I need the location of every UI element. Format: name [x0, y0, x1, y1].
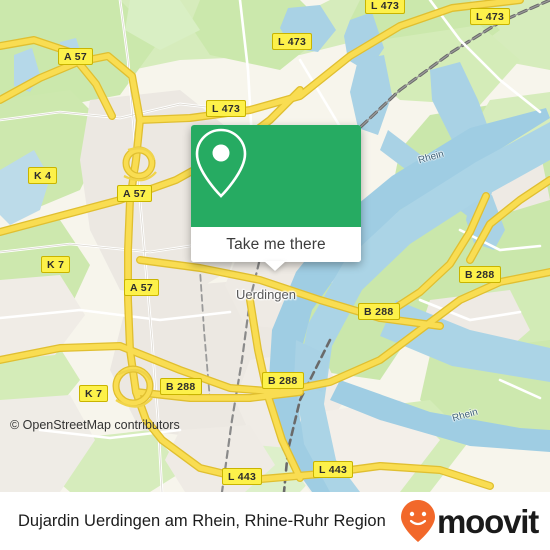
moovit-wordmark: moovit	[437, 502, 539, 540]
page-title: Dujardin Uerdingen am Rhein, Rhine-Ruhr …	[18, 511, 386, 530]
road-shield: K 7	[41, 256, 71, 273]
map-canvas[interactable]: L 473 L 473 L 473 L 473 A 57 K 4 A 57 K …	[0, 0, 550, 492]
osm-attribution[interactable]: © OpenStreetMap contributors	[10, 418, 180, 432]
road-shield: A 57	[117, 185, 152, 202]
moovit-smiley-pin-icon	[401, 500, 436, 542]
screenshot-root: L 473 L 473 L 473 L 473 A 57 K 4 A 57 K …	[0, 0, 550, 550]
footer-bar: Dujardin Uerdingen am Rhein, Rhine-Ruhr …	[0, 492, 550, 550]
road-shield: B 288	[160, 378, 202, 395]
road-shield: B 288	[262, 372, 304, 389]
moovit-brand[interactable]: moovit	[400, 499, 539, 543]
road-shield: K 7	[79, 385, 109, 402]
take-me-there-label: Take me there	[226, 235, 326, 253]
map-pin-icon	[195, 128, 247, 198]
road-shield: L 473	[365, 0, 406, 14]
road-shield: L 443	[222, 468, 263, 485]
popup-tail-pointer	[264, 261, 286, 271]
road-shield: A 57	[124, 279, 159, 296]
road-shield: A 57	[58, 48, 93, 65]
road-shield: L 473	[206, 100, 247, 117]
place-label-uerdingen: Uerdingen	[236, 287, 296, 302]
popup-footer[interactable]: Take me there	[191, 227, 361, 271]
road-shield: B 288	[358, 303, 400, 320]
road-shield: K 4	[28, 167, 58, 184]
popup-header	[191, 125, 361, 227]
road-shield: L 473	[470, 8, 511, 25]
road-shield: L 473	[272, 33, 313, 50]
road-shield: B 288	[459, 266, 501, 283]
road-shield: L 443	[313, 461, 354, 478]
location-popup-card[interactable]: Take me there	[191, 125, 361, 271]
